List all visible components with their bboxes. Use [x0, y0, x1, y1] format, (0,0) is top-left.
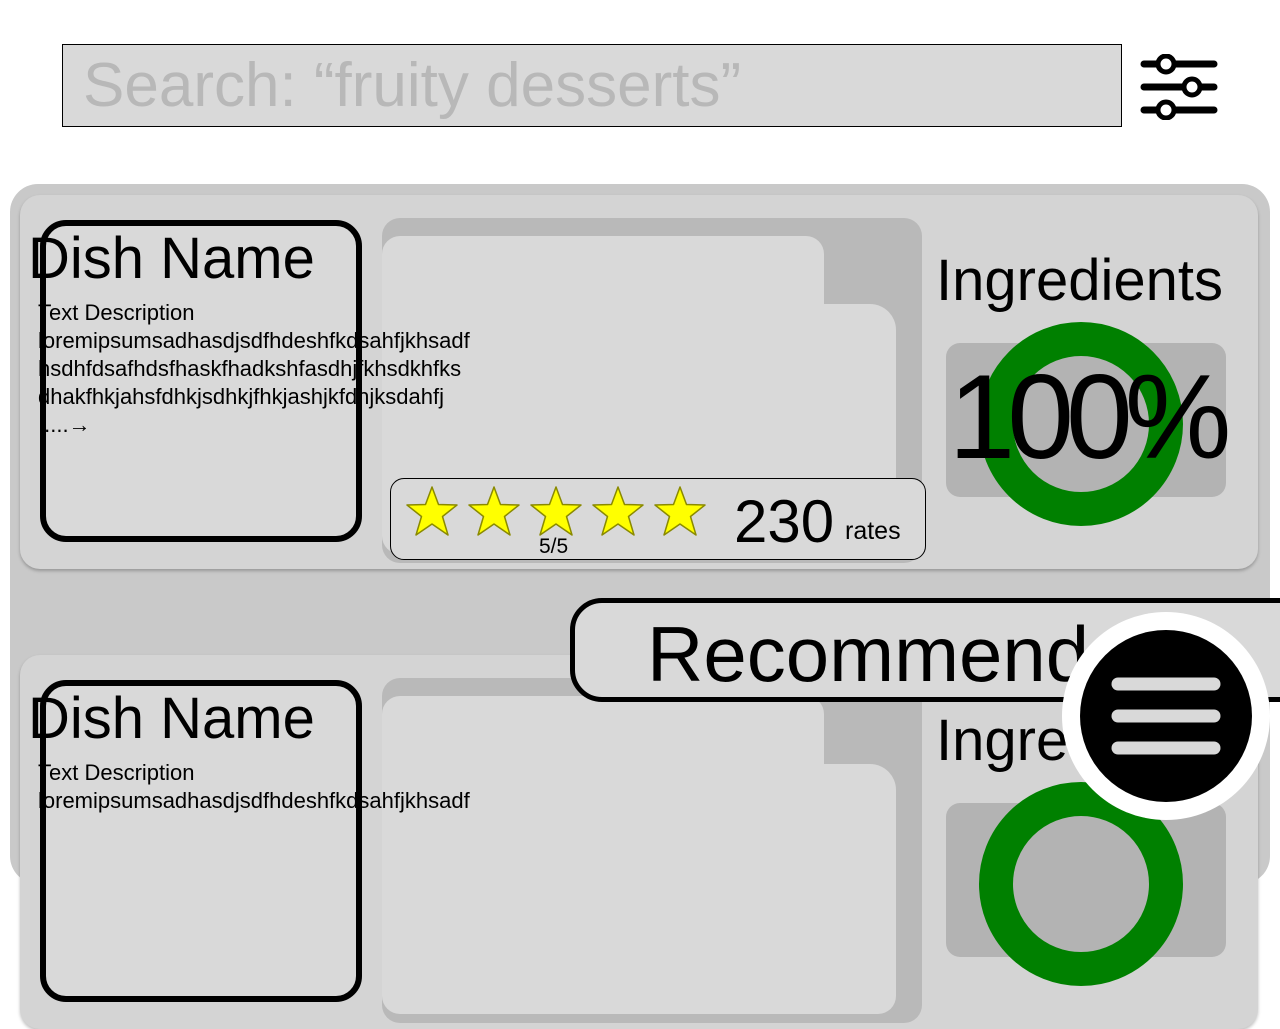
rate-count: 230	[734, 488, 835, 555]
description-line: hsdhfdsafhdsfhaskfhadkshfasdhjfkhsdkhfks	[38, 356, 462, 381]
description-line: loremipsumsadhasdjsdfhdeshfkdsahfjkhsadf	[38, 328, 470, 353]
ingredients-match-percent: 100%	[948, 350, 1232, 484]
recipe-card[interactable]: Dish Name Text Description loremipsumsad…	[20, 195, 1258, 569]
ingredients-title: Ingredients	[936, 248, 1223, 313]
star-icon	[530, 486, 582, 536]
rating-box: 5/5 230 rates	[390, 478, 926, 560]
search-bar[interactable]	[62, 44, 1122, 127]
rate-label: rates	[845, 517, 901, 545]
star-rating	[405, 485, 707, 539]
star-icon	[654, 486, 706, 536]
star-icon	[468, 486, 520, 536]
dish-name[interactable]: Dish Name	[28, 225, 315, 292]
description-line: dhakfhkjahsfdhkjsdhkjfhkjashjkfdhjksdahf…	[38, 384, 445, 409]
info-panel	[382, 678, 922, 1023]
search-input[interactable]	[83, 45, 1103, 126]
hamburger-menu-icon[interactable]	[1062, 612, 1270, 820]
description-label: Text Description	[38, 300, 195, 325]
dish-description: Text Description loremipsumsadhasdjsdfhd…	[38, 299, 538, 439]
read-more-link[interactable]: .....→	[38, 411, 538, 439]
star-icon	[592, 486, 644, 536]
dish-name[interactable]: Dish Name	[28, 685, 315, 752]
description-line: loremipsumsadhasdjsdfhdeshfkdsahfjkhsadf	[38, 788, 470, 813]
dish-description: Text Description loremipsumsadhasdjsdfhd…	[38, 759, 538, 815]
star-icon	[406, 486, 458, 536]
filter-sliders-icon[interactable]	[1140, 54, 1218, 120]
rating-score: 5/5	[539, 535, 569, 558]
description-label: Text Description	[38, 760, 195, 785]
